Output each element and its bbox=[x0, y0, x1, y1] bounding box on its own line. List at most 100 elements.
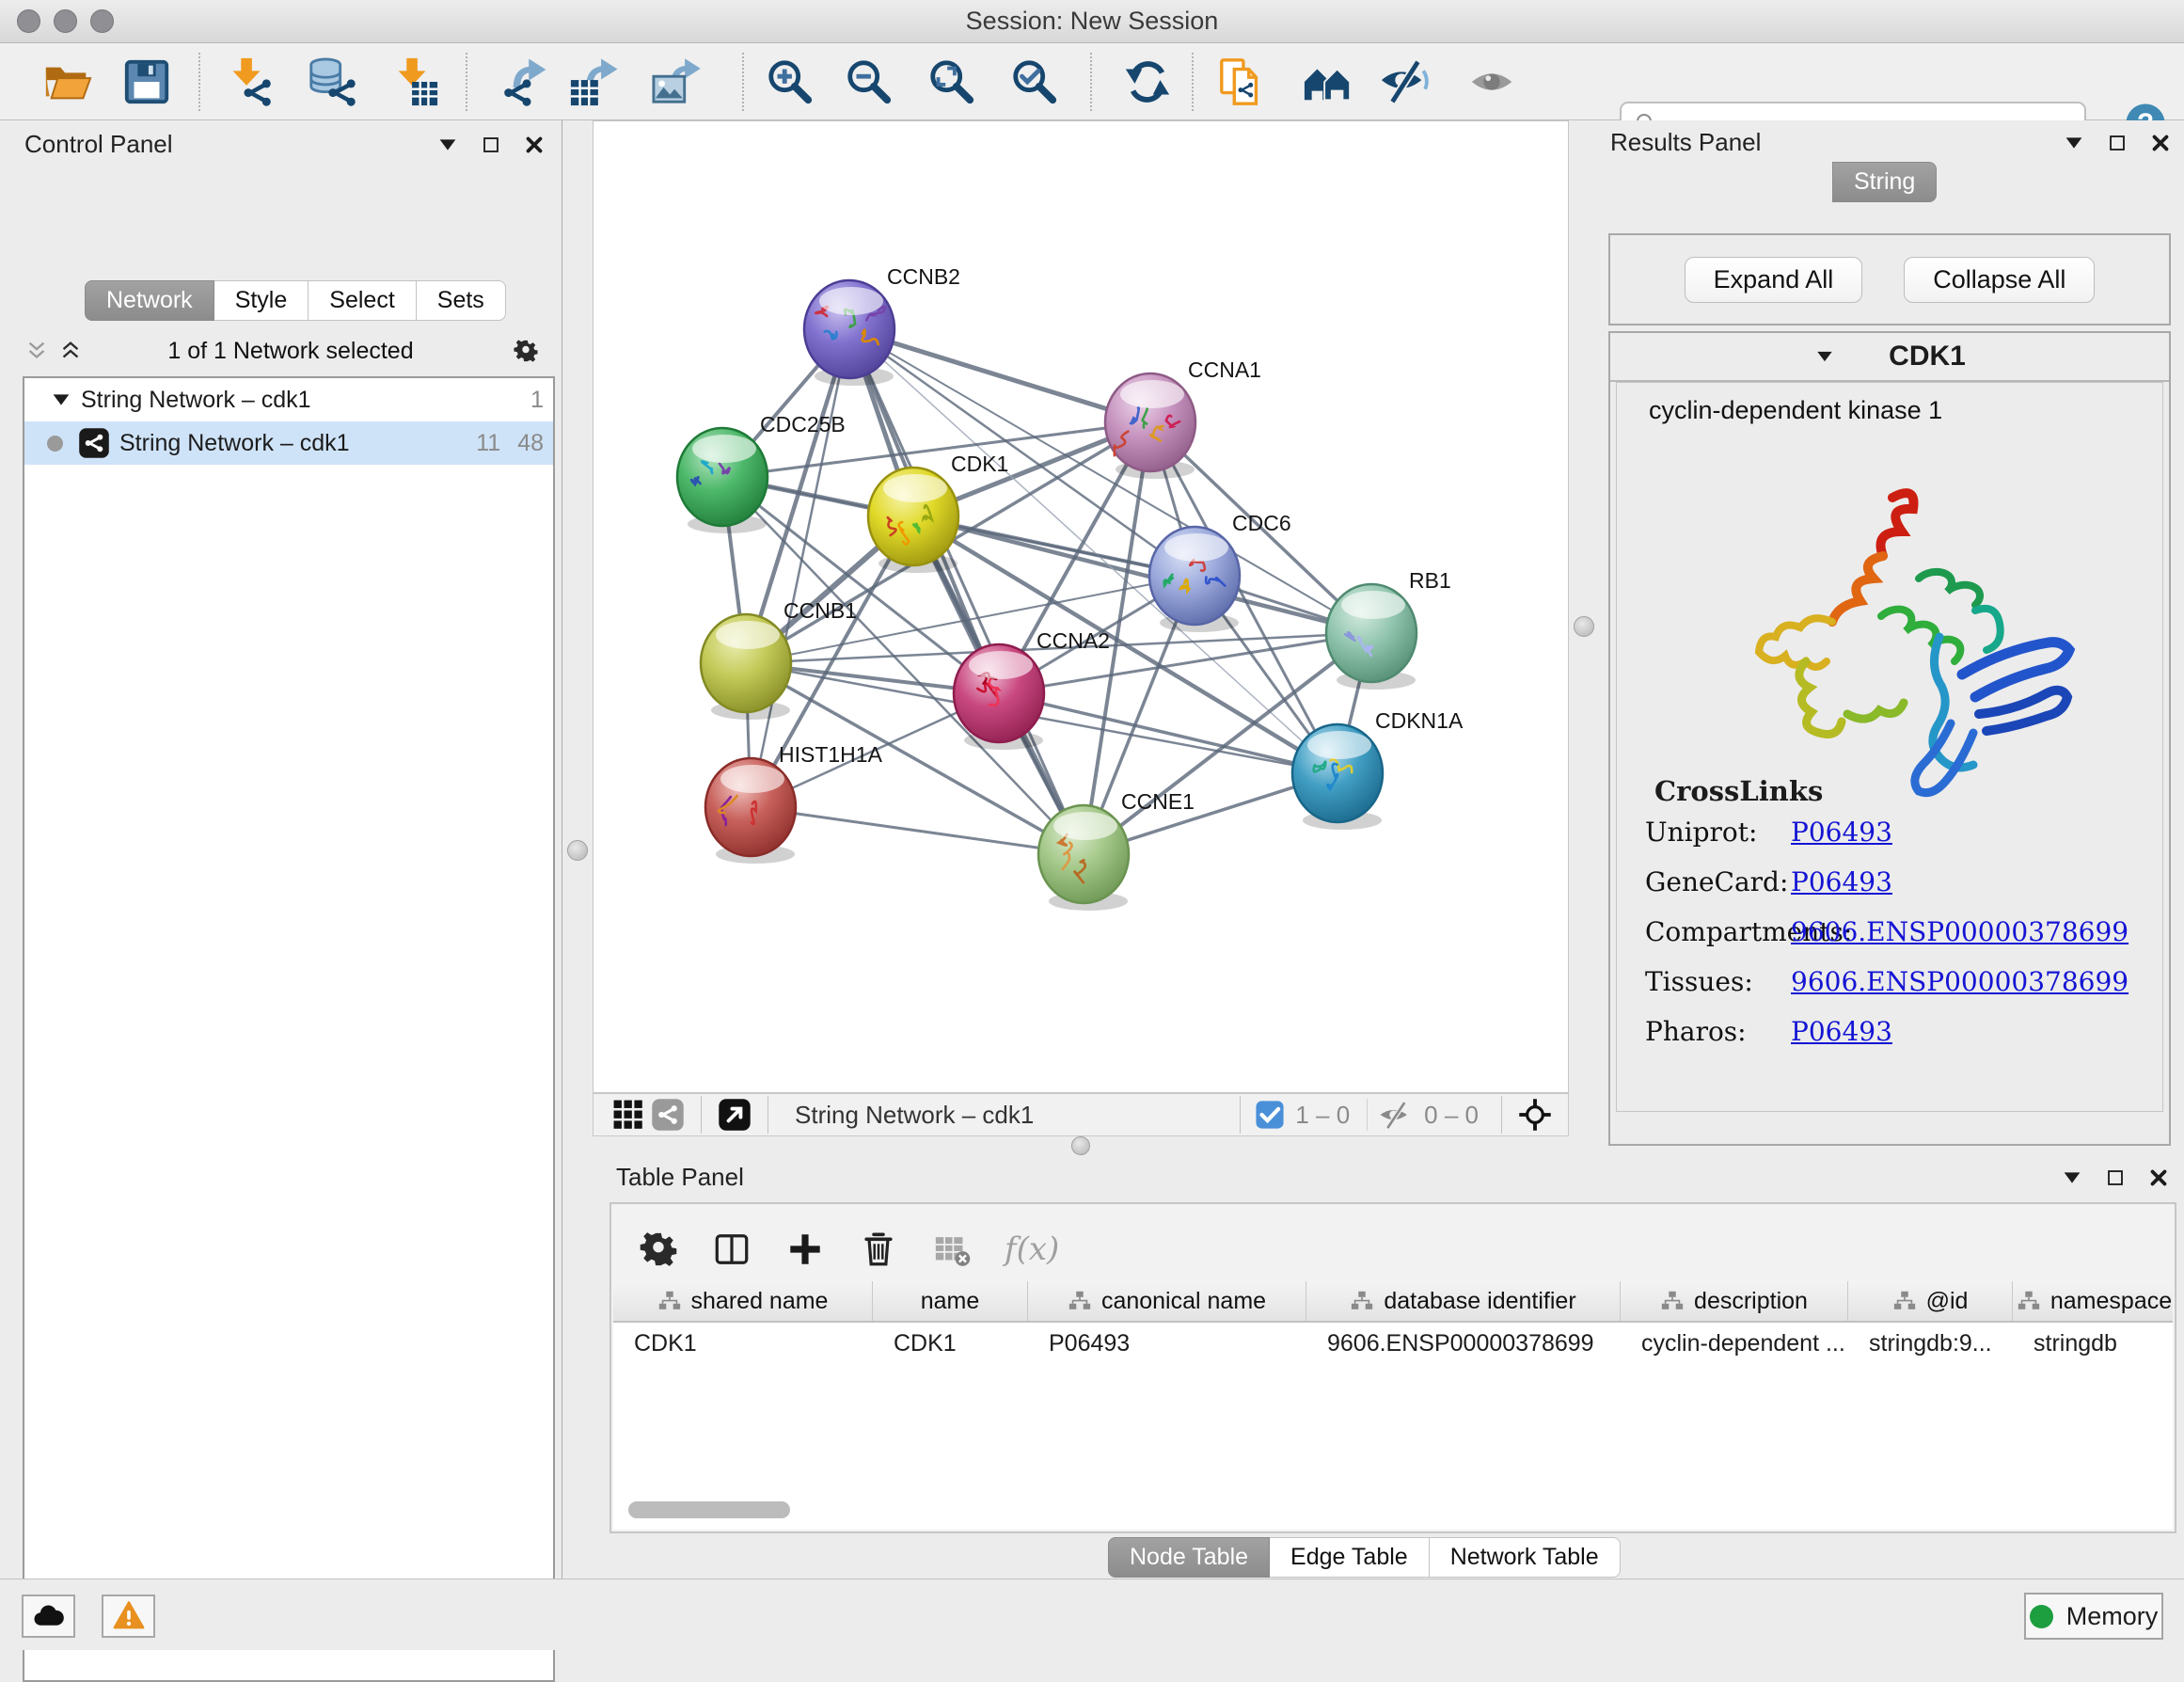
tab-network-table[interactable]: Network Table bbox=[1430, 1537, 1621, 1578]
horizontal-splitter[interactable] bbox=[593, 1136, 1569, 1155]
scrollbar-thumb[interactable] bbox=[628, 1501, 790, 1518]
crosslink-link[interactable]: P06493 bbox=[1791, 1016, 1892, 1047]
network-node-CDC6[interactable]: CDC6 bbox=[1149, 511, 1291, 632]
birdseye-grid-icon[interactable] bbox=[609, 1095, 648, 1135]
protein-name: CDK1 bbox=[1889, 341, 1966, 373]
table-cell[interactable]: cyclin-dependent ... bbox=[1621, 1323, 1848, 1364]
table-horizontal-scrollbar[interactable] bbox=[613, 1501, 2173, 1522]
detach-view-icon[interactable] bbox=[715, 1095, 754, 1135]
table-cell[interactable]: stringdb bbox=[2013, 1323, 2173, 1364]
import-network-file-icon[interactable] bbox=[222, 56, 275, 108]
cloud-status-button[interactable] bbox=[22, 1595, 75, 1638]
table-cell[interactable]: P06493 bbox=[1028, 1323, 1306, 1364]
warnings-button[interactable] bbox=[102, 1595, 155, 1638]
hide-selected-icon[interactable] bbox=[1377, 56, 1430, 108]
tab-edge-table[interactable]: Edge Table bbox=[1270, 1537, 1430, 1578]
network-canvas[interactable]: CCNB2CCNA1CDC25BCDK1CDC6RB1CCNB1CCNA2CDK… bbox=[593, 120, 1569, 1093]
open-session-icon[interactable] bbox=[41, 56, 94, 108]
protein-section-header[interactable]: CDK1 bbox=[1610, 333, 2169, 382]
column-header-@id[interactable]: @id bbox=[1848, 1281, 2013, 1321]
show-columns-icon[interactable] bbox=[711, 1229, 752, 1270]
zoom-in-icon[interactable] bbox=[764, 56, 816, 108]
network-edge[interactable] bbox=[849, 329, 1084, 854]
left-splitter-handle[interactable] bbox=[567, 840, 588, 861]
minimize-window-button[interactable] bbox=[54, 9, 77, 33]
refresh-view-icon[interactable] bbox=[1121, 56, 1174, 108]
network-node-CDK1[interactable]: CDK1 bbox=[868, 452, 1008, 573]
table-cell[interactable]: stringdb:9... bbox=[1848, 1323, 2013, 1364]
zoom-fit-icon[interactable] bbox=[926, 56, 978, 108]
zoom-selected-icon[interactable] bbox=[1008, 56, 1061, 108]
network-tree-row[interactable]: String Network – cdk11148 bbox=[24, 421, 553, 465]
fit-selected-target-icon[interactable] bbox=[1515, 1095, 1555, 1135]
memory-button[interactable]: Memory bbox=[2024, 1593, 2163, 1640]
network-node-CCNA1[interactable]: CCNA1 bbox=[1105, 357, 1261, 479]
column-header-canonical-name[interactable]: canonical name bbox=[1028, 1281, 1306, 1321]
export-table-icon[interactable] bbox=[568, 56, 621, 108]
table-cell[interactable]: CDK1 bbox=[613, 1323, 873, 1364]
tab-network[interactable]: Network bbox=[85, 280, 214, 321]
crosslink-link[interactable]: P06493 bbox=[1791, 866, 1892, 897]
close-panel-button[interactable] bbox=[2144, 1164, 2173, 1192]
column-header-database-identifier[interactable]: database identifier bbox=[1306, 1281, 1621, 1321]
column-header-shared-name[interactable]: shared name bbox=[613, 1281, 873, 1321]
panel-menu-button[interactable] bbox=[2060, 129, 2088, 157]
close-panel-button[interactable] bbox=[520, 131, 548, 159]
clone-network-icon[interactable] bbox=[1215, 56, 1268, 108]
table-cell[interactable]: CDK1 bbox=[873, 1323, 1028, 1364]
zoom-out-icon[interactable] bbox=[843, 56, 895, 108]
network-edge[interactable] bbox=[751, 807, 1084, 854]
zoom-window-button[interactable] bbox=[90, 9, 114, 33]
tab-node-table[interactable]: Node Table bbox=[1108, 1537, 1270, 1578]
export-image-icon[interactable] bbox=[651, 56, 704, 108]
collapse-all-button[interactable]: Collapse All bbox=[1904, 257, 2095, 303]
network-node-HIST1H1A[interactable]: HIST1H1A bbox=[705, 742, 883, 864]
horizontal-splitter-handle[interactable] bbox=[1071, 1136, 1090, 1155]
tab-style[interactable]: Style bbox=[214, 280, 309, 321]
selected-checkbox-icon[interactable] bbox=[1254, 1095, 1286, 1135]
network-node-RB1[interactable]: RB1 bbox=[1326, 568, 1451, 690]
network-node-CCNB2[interactable]: CCNB2 bbox=[804, 264, 960, 386]
table-settings-gear-icon[interactable] bbox=[638, 1229, 679, 1270]
close-window-button[interactable] bbox=[17, 9, 40, 33]
create-column-icon[interactable] bbox=[784, 1229, 826, 1270]
right-splitter[interactable] bbox=[1569, 120, 1599, 1155]
column-header-namespace[interactable]: namespace bbox=[2013, 1281, 2173, 1321]
panel-menu-button[interactable] bbox=[2058, 1164, 2086, 1192]
table-row[interactable]: CDK1CDK1P064939606.ENSP00000378699cyclin… bbox=[613, 1323, 2173, 1364]
tab-select[interactable]: Select bbox=[309, 280, 416, 321]
expand-all-button[interactable]: Expand All bbox=[1685, 257, 1863, 303]
delete-column-icon[interactable] bbox=[858, 1229, 899, 1270]
float-panel-button[interactable] bbox=[477, 131, 505, 159]
network-options-gear-icon[interactable] bbox=[512, 337, 540, 365]
network-node-CDKN1A[interactable]: CDKN1A bbox=[1292, 708, 1464, 830]
network-edge[interactable] bbox=[849, 329, 1150, 422]
column-header-name[interactable]: name bbox=[873, 1281, 1028, 1321]
save-session-icon[interactable] bbox=[120, 56, 173, 108]
tab-sets[interactable]: Sets bbox=[417, 280, 506, 321]
string-home-icon[interactable] bbox=[1302, 56, 1354, 108]
network-edge[interactable] bbox=[913, 516, 1371, 633]
collapse-triangle-icon[interactable] bbox=[47, 386, 75, 414]
expand-all-networks-icon[interactable] bbox=[56, 337, 85, 365]
collapse-all-networks-icon[interactable] bbox=[23, 337, 51, 365]
column-header-description[interactable]: description bbox=[1621, 1281, 1848, 1321]
float-panel-button[interactable] bbox=[2103, 129, 2131, 157]
network-badge-icon[interactable] bbox=[648, 1095, 688, 1135]
export-network-icon[interactable] bbox=[500, 56, 553, 108]
show-all-icon[interactable] bbox=[1467, 56, 1520, 108]
close-panel-button[interactable] bbox=[2146, 129, 2175, 157]
table-cell[interactable]: 9606.ENSP00000378699 bbox=[1306, 1323, 1621, 1364]
network-tree-row[interactable]: String Network – cdk11 bbox=[24, 378, 553, 421]
import-table-file-icon[interactable] bbox=[388, 56, 440, 108]
crosslink-link[interactable]: 9606.ENSP00000378699 bbox=[1791, 916, 2129, 947]
right-splitter-handle[interactable] bbox=[1574, 616, 1594, 637]
hidden-eye-slash-icon[interactable] bbox=[1375, 1095, 1415, 1135]
crosslink-link[interactable]: 9606.ENSP00000378699 bbox=[1791, 966, 2129, 997]
tab-string[interactable]: String bbox=[1832, 162, 1937, 202]
network-edge[interactable] bbox=[751, 329, 849, 807]
import-network-database-icon[interactable] bbox=[305, 56, 357, 108]
panel-menu-button[interactable] bbox=[434, 131, 462, 159]
float-panel-button[interactable] bbox=[2101, 1164, 2129, 1192]
left-splitter[interactable] bbox=[562, 120, 593, 1579]
